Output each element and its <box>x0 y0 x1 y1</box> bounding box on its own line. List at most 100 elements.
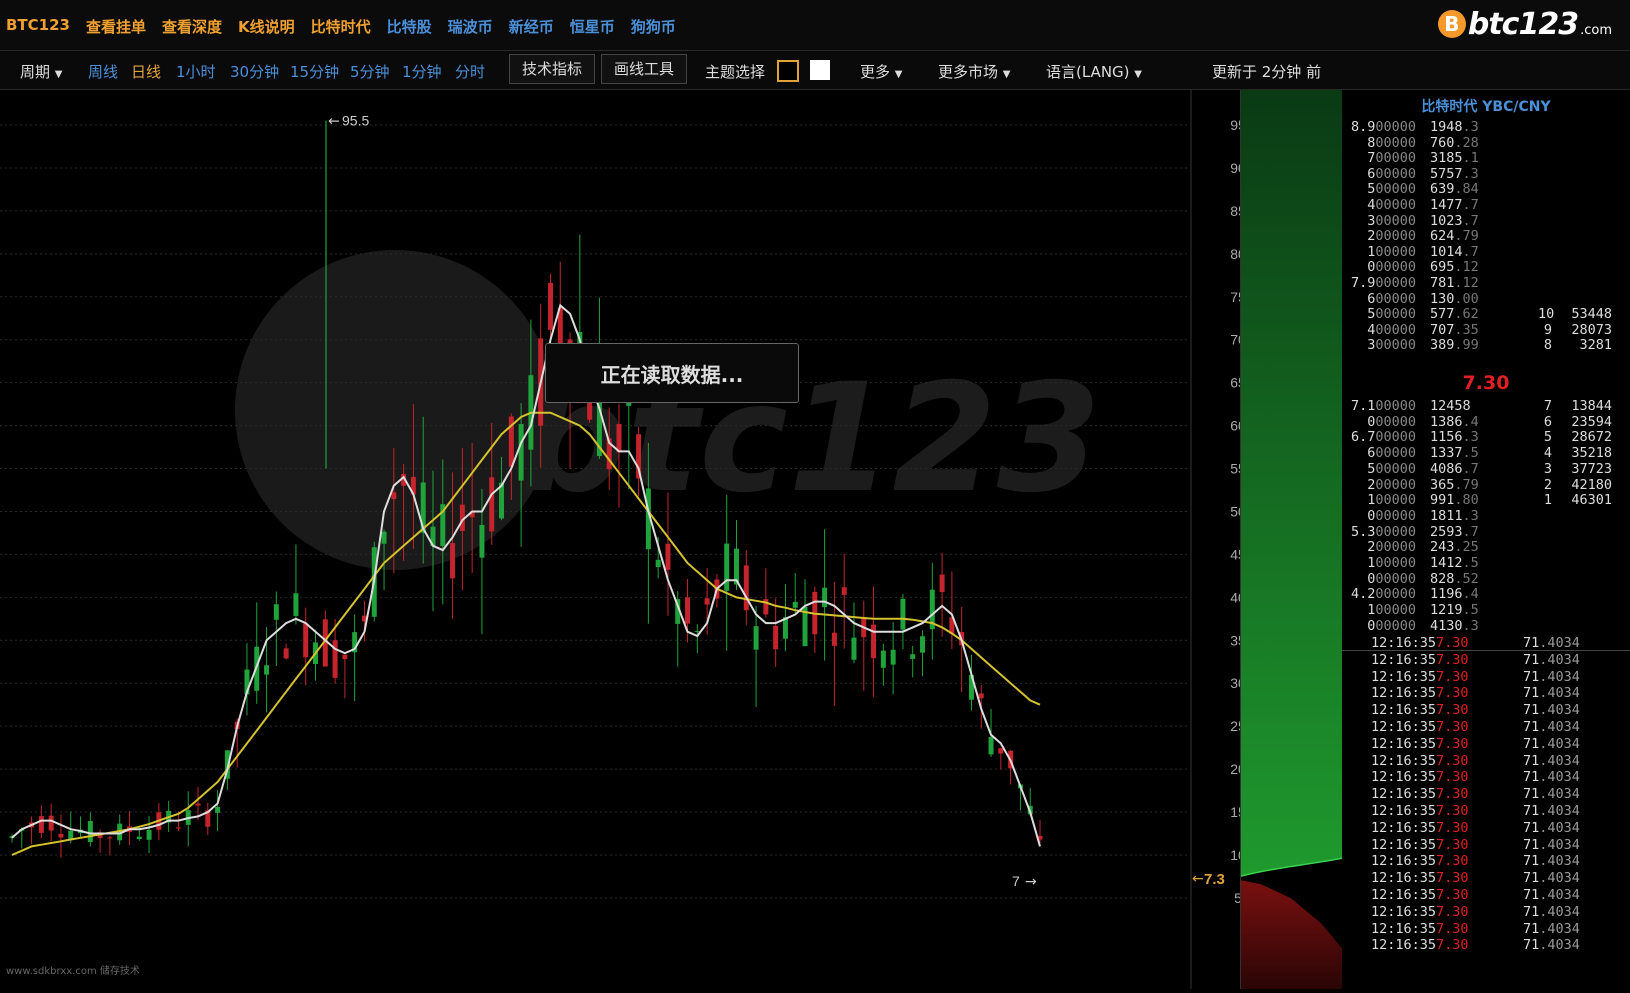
trade-row: 12:16:35 7.30 71.4034 <box>1342 652 1630 669</box>
orderbook-row[interactable]: 7.100000 12458 7 13844 <box>1342 398 1630 414</box>
theme-dark-swatch[interactable] <box>777 60 799 82</box>
trade-price: 7.30 <box>1436 819 1469 836</box>
nav-link-4[interactable]: 比特时代 <box>311 16 371 37</box>
indicators-button[interactable]: 技术指标 <box>509 54 596 84</box>
orderbook-row[interactable]: 500000 4086.7 3 37723 <box>1342 461 1630 477</box>
more-markets-dropdown[interactable]: 更多市场 ▼ <box>938 61 1011 82</box>
orderbook-row[interactable]: 000000 1386.4 6 23594 <box>1342 414 1630 430</box>
kline-chart[interactable]: btc1239590858075706560555045403530252015… <box>0 90 1240 989</box>
orderbook-row[interactable]: 6.700000 1156.3 5 28672 <box>1342 429 1630 445</box>
orderbook-row[interactable]: 300000 1023.7 <box>1342 213 1630 229</box>
depth-level: 8 <box>1543 337 1552 354</box>
orderbook-row[interactable]: 000000 1811.3 <box>1342 508 1630 524</box>
candle-body <box>831 632 837 646</box>
candle-body <box>58 833 64 838</box>
trade-volume: 71.4034 <box>1523 836 1580 853</box>
orderbook-row[interactable]: 700000 3185.1 <box>1342 150 1630 166</box>
orderbook-row[interactable]: 100000 991.80 1 46301 <box>1342 492 1630 508</box>
orderbook-row[interactable]: 500000 639.84 <box>1342 181 1630 197</box>
candle-body <box>68 830 74 840</box>
orderbook-row[interactable]: 200000 624.79 <box>1342 228 1630 244</box>
nav-link-5[interactable]: 比特股 <box>387 16 432 37</box>
period-1h[interactable]: 1小时 <box>176 61 216 82</box>
nav-link-3[interactable]: K线说明 <box>238 16 295 37</box>
order-price: 300000 <box>1367 212 1416 229</box>
trade-price: 7.30 <box>1436 803 1469 819</box>
orderbook-row[interactable]: 400000 1477.7 <box>1342 197 1630 213</box>
order-price: 200000 <box>1367 476 1416 493</box>
trade-time: 12:16:35 <box>1371 786 1437 803</box>
nav-link-6[interactable]: 瑞波币 <box>448 16 493 37</box>
orderbook-row[interactable]: 600000 1337.5 4 35218 <box>1342 445 1630 461</box>
order-price: 5.300000 <box>1350 523 1416 540</box>
trade-volume: 71.4034 <box>1523 735 1580 752</box>
trade-time: 12:16:35 <box>1371 635 1437 651</box>
orderbook-row[interactable]: 500000 577.62 10 53448 <box>1342 306 1630 322</box>
orderbook-row[interactable]: 4.200000 1196.4 <box>1342 586 1630 602</box>
period-week[interactable]: 周线 <box>88 61 118 82</box>
chart-toolbar: 周期 ▼ 周线 日线 1小时 30分钟 15分钟 5分钟 1分钟 分时 技术指标… <box>0 51 1630 90</box>
orderbook-row[interactable]: 200000 243.25 <box>1342 539 1630 555</box>
depth-chart <box>1240 90 1343 989</box>
trade-price: 7.30 <box>1436 870 1469 887</box>
order-price: 200000 <box>1367 228 1416 245</box>
trade-time: 12:16:35 <box>1371 903 1437 920</box>
period-30m[interactable]: 30分钟 <box>230 61 279 82</box>
btc123-logo[interactable]: B btc123 .com <box>1437 6 1612 42</box>
language-dropdown[interactable]: 语言(LANG) ▼ <box>1046 61 1142 82</box>
orderbook-row[interactable]: 000000 695.12 <box>1342 259 1630 275</box>
orderbook-row[interactable]: 200000 365.79 2 42180 <box>1342 477 1630 493</box>
depth-level: 6 <box>1543 413 1552 430</box>
more-dropdown[interactable]: 更多 ▼ <box>860 61 903 82</box>
candle-body <box>303 623 309 658</box>
trade-volume: 71.4034 <box>1523 719 1580 735</box>
nav-link-2[interactable]: 查看深度 <box>162 16 222 37</box>
market-title[interactable]: 比特时代 YBC/CNY <box>1342 96 1630 116</box>
trade-row: 12:16:35 7.30 71.4034 <box>1342 736 1630 753</box>
orderbook-row[interactable]: 100000 1412.5 <box>1342 555 1630 571</box>
orderbook-row[interactable]: 100000 1014.7 <box>1342 244 1630 260</box>
orderbook-row[interactable]: 600000 130.00 <box>1342 291 1630 307</box>
trade-price: 7.30 <box>1436 668 1469 685</box>
chevron-down-icon: ▼ <box>894 69 903 80</box>
order-price: 7.100000 <box>1350 398 1416 414</box>
orderbook-row[interactable]: 000000 4130.3 <box>1342 618 1630 634</box>
period-5m[interactable]: 5分钟 <box>350 61 390 82</box>
orderbook-row[interactable]: 400000 707.35 9 28073 <box>1342 322 1630 338</box>
orderbook-row[interactable]: 800000 760.28 <box>1342 135 1630 151</box>
trade-volume: 71.4034 <box>1523 702 1580 719</box>
candle-body <box>665 543 671 570</box>
nav-link-7[interactable]: 新经币 <box>509 16 554 37</box>
nav-link-1[interactable]: 查看挂单 <box>86 16 146 37</box>
trade-row: 12:16:35 7.30 71.4034 <box>1342 719 1630 736</box>
period-day[interactable]: 日线 <box>131 61 161 82</box>
orderbook-row[interactable]: 300000 389.99 8 3281 <box>1342 337 1630 353</box>
nav-link-9[interactable]: 狗狗币 <box>631 16 676 37</box>
order-amount: 760.28 <box>1430 134 1479 151</box>
orderbook-row[interactable]: 8.900000 1948.3 <box>1342 119 1630 135</box>
candle-body <box>215 806 221 813</box>
nav-link-0[interactable]: BTC123 <box>6 16 70 37</box>
orderbook-row[interactable]: 100000 1219.5 <box>1342 602 1630 618</box>
drawing-tools-button[interactable]: 画线工具 <box>601 54 688 84</box>
period-dropdown[interactable]: 周期 ▼ <box>20 61 63 82</box>
chart-canvas[interactable]: btc1239590858075706560555045403530252015… <box>0 90 1240 989</box>
period-15m[interactable]: 15分钟 <box>290 61 339 82</box>
trade-price: 7.30 <box>1436 651 1469 668</box>
depth-volume: 23594 <box>1571 413 1612 430</box>
candle-body <box>822 587 828 608</box>
trade-volume: 71.4034 <box>1523 635 1580 651</box>
orderbook-row[interactable]: 5.300000 2593.7 <box>1342 524 1630 540</box>
y-tick-label: 60 <box>1230 418 1240 434</box>
candle-body <box>841 587 847 595</box>
nav-link-8[interactable]: 恒星币 <box>570 16 615 37</box>
logo-text: btc123 <box>1467 6 1579 42</box>
trade-time: 12:16:35 <box>1371 853 1437 870</box>
orderbook-row[interactable]: 600000 5757.3 <box>1342 166 1630 182</box>
orderbook-row[interactable]: 000000 828.52 <box>1342 571 1630 587</box>
orderbook-row[interactable]: 7.900000 781.12 <box>1342 275 1630 291</box>
theme-light-swatch[interactable] <box>810 60 830 80</box>
period-1m[interactable]: 1分钟 <box>402 61 442 82</box>
order-price: 8.900000 <box>1350 119 1416 135</box>
period-timeshare[interactable]: 分时 <box>455 61 485 82</box>
